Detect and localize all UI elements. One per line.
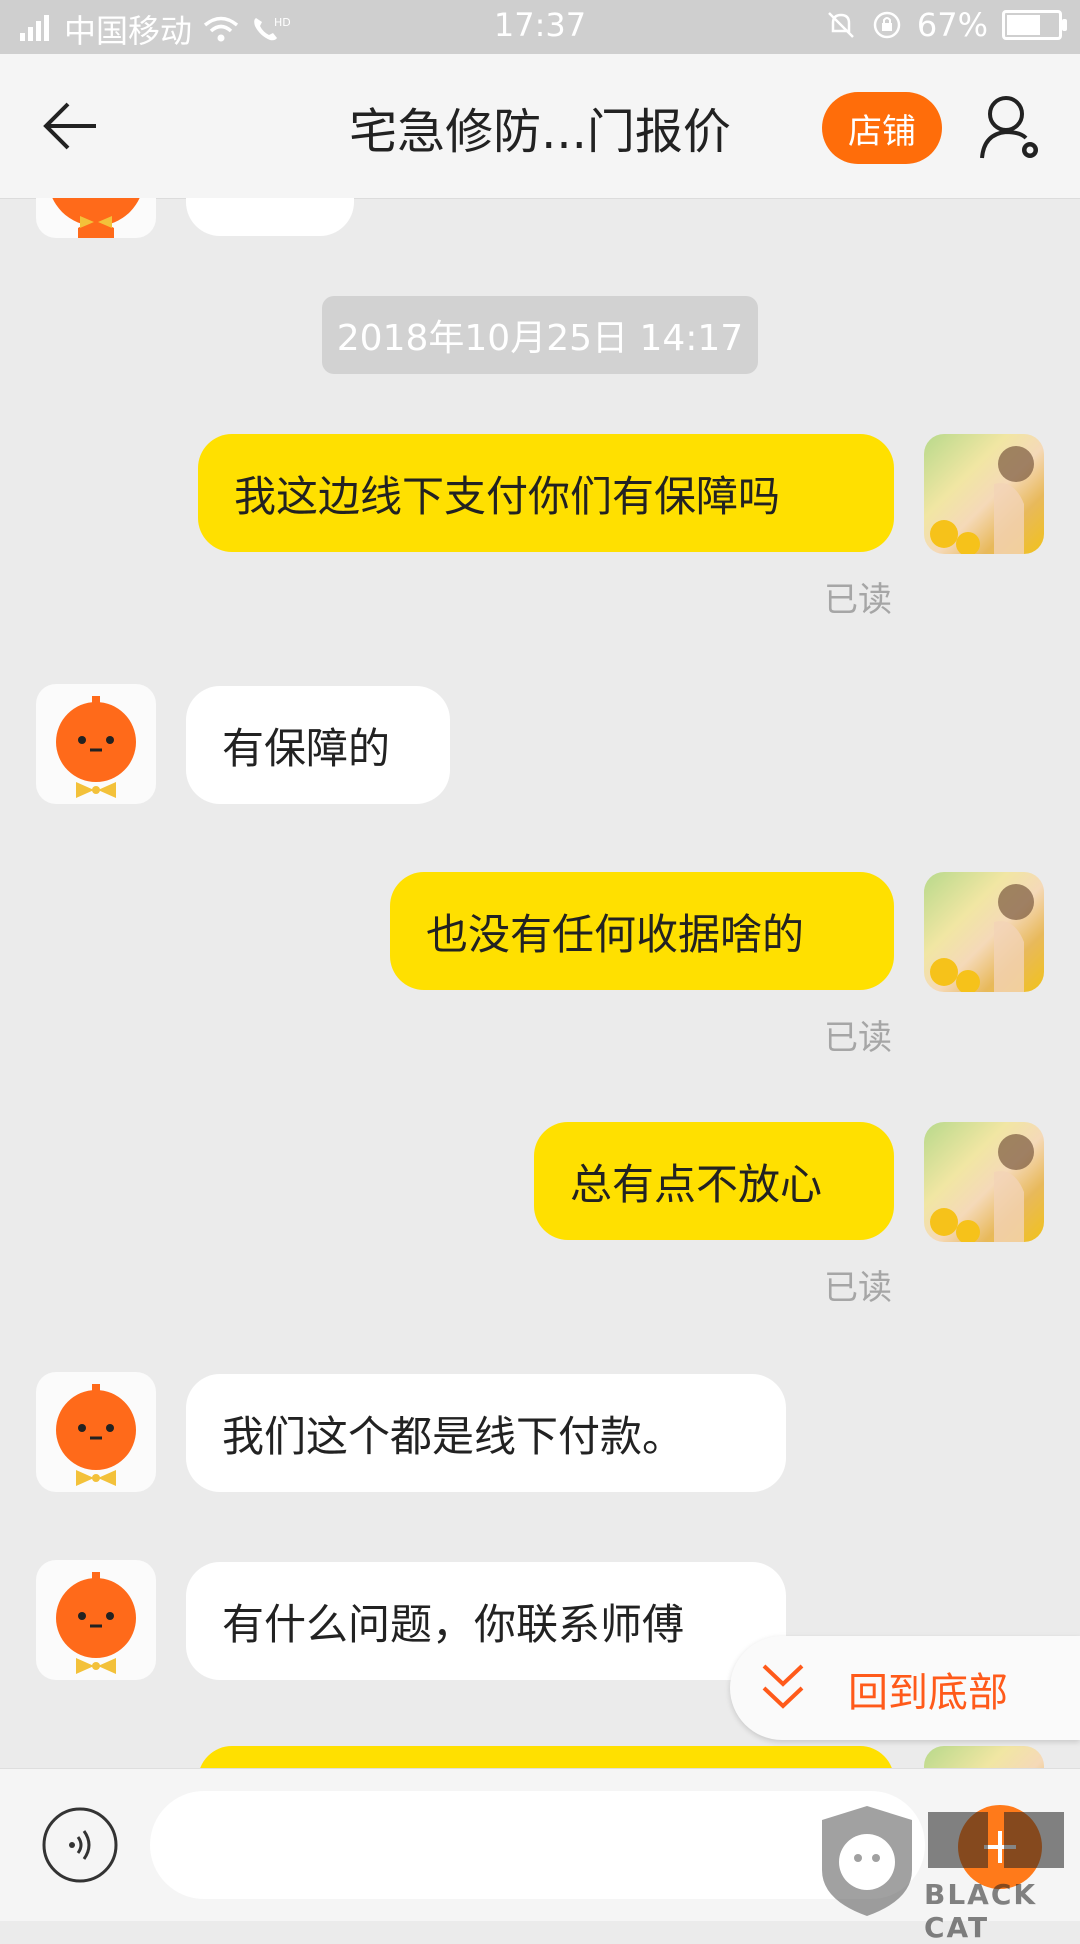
watermark-text: BLACK CAT (924, 1878, 1038, 1944)
user-avatar[interactable] (924, 1122, 1044, 1242)
user-avatar[interactable] (924, 1746, 1044, 1768)
message-bubble-sent[interactable]: 我这边线下支付你们有保障吗 (198, 434, 894, 552)
battery-percent: 67% (916, 6, 988, 44)
timestamp-divider: 2018年10月25日 14:17 (322, 296, 758, 374)
mute-bell-icon (827, 12, 854, 38)
profile-settings-icon[interactable] (976, 92, 1048, 164)
read-receipt: 已读 (824, 1018, 892, 1058)
message-input[interactable] (150, 1791, 925, 1899)
status-bar-right: 67% (825, 6, 1067, 44)
message-bubble-sent-partial[interactable] (198, 1746, 894, 1768)
chat-header: 宅急修防...门报价 店铺 (0, 54, 1080, 199)
message-bubble-received[interactable]: 有什么问题，你联系师傅 (186, 1562, 786, 1680)
back-to-bottom-label: 回到底部 (848, 1670, 1008, 1716)
double-chevron-down-icon (762, 1664, 804, 1709)
message-bubble-sent[interactable]: 总有点不放心 (534, 1122, 894, 1240)
user-avatar[interactable] (924, 872, 1044, 992)
cat-shield-logo-icon (822, 1806, 912, 1916)
black-cat-logotype (928, 1812, 1064, 1868)
message-bubble-partial (186, 198, 354, 236)
merchant-avatar[interactable] (36, 198, 156, 238)
merchant-avatar[interactable] (36, 1560, 156, 1680)
voice-input-icon[interactable] (40, 1805, 120, 1885)
merchant-avatar[interactable] (36, 1372, 156, 1492)
user-avatar[interactable] (924, 434, 1044, 554)
shop-button[interactable]: 店铺 (822, 92, 942, 164)
message-bubble-received[interactable]: 我们这个都是线下付款。 (186, 1374, 786, 1492)
message-bubble-sent[interactable]: 也没有任何收据啥的 (390, 872, 894, 990)
merchant-avatar[interactable] (36, 684, 156, 804)
rotation-lock-icon (873, 11, 901, 39)
black-cat-watermark: BLACK CAT (812, 1800, 1080, 1944)
battery-icon (1002, 10, 1067, 40)
message-bubble-received[interactable]: 有保障的 (186, 686, 450, 804)
status-bar: 中国移动 HD 17:37 67% (0, 0, 1080, 54)
chat-area[interactable]: 2018年10月25日 14:17 我这边线下支付你们有保障吗 已读 有保障的 … (0, 198, 1080, 1768)
back-arrow-icon[interactable] (36, 90, 108, 162)
read-receipt: 已读 (824, 580, 892, 620)
read-receipt: 已读 (824, 1268, 892, 1308)
back-to-bottom-button[interactable]: 回到底部 (730, 1636, 1080, 1740)
chat-title: 宅急修防...门报价 (349, 104, 731, 160)
